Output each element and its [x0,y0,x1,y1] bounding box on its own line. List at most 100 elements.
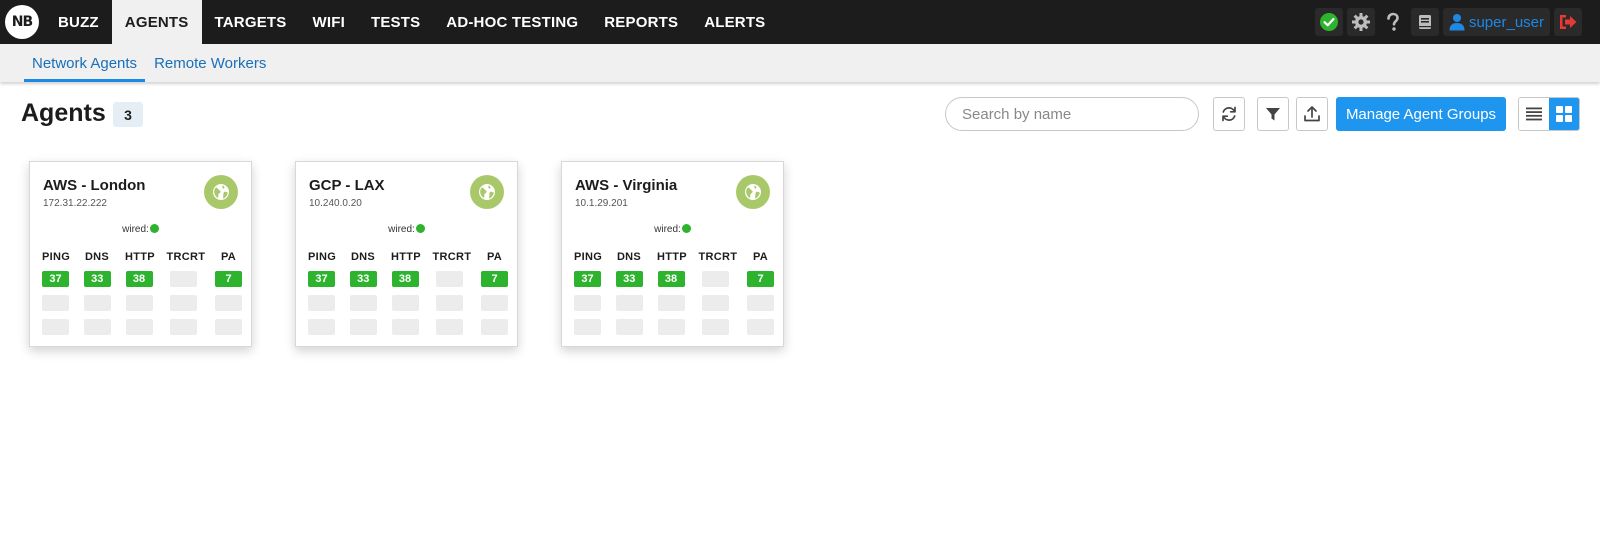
http-count[interactable]: 38 [125,270,153,287]
agent-ip: 10.240.0.20 [309,198,362,209]
test-summary-grid: PING DNS HTTP TRCRT PA 37 33 38 7 [308,248,508,342]
pa-count[interactable]: 7 [215,270,242,287]
filter-icon [1266,108,1280,121]
column-header: PING [308,250,337,263]
export-button[interactable] [1296,97,1328,131]
empty-cell [125,318,153,335]
grid-header: PING DNS HTTP TRCRT PA [308,248,508,265]
pa-count[interactable]: 7 [747,270,774,287]
grid-row-empty [574,318,774,335]
gear-icon[interactable] [1346,8,1375,36]
empty-cell [308,318,335,335]
empty-cell [391,294,419,311]
agent-card[interactable]: AWS - London 172.31.22.222 wired: PING D… [29,161,252,347]
empty-cell [436,294,464,311]
nav-item-wifi[interactable]: WIFI [299,0,357,44]
empty-cell [215,294,242,311]
username: super_user [1468,13,1544,31]
empty-cell [702,318,730,335]
tab-remote-workers[interactable]: Remote Workers [146,44,274,82]
connection-status: wired: [30,224,251,235]
ping-count[interactable]: 37 [308,270,335,287]
ping-count[interactable]: 37 [42,270,69,287]
test-summary-grid: PING DNS HTTP TRCRT PA 37 33 38 7 [574,248,774,342]
grid-row-empty [574,294,774,311]
nav-item-targets[interactable]: TARGETS [202,0,300,44]
filter-button[interactable] [1257,97,1289,131]
grid-view-button[interactable] [1549,98,1579,130]
nav-item-buzz[interactable]: BUZZ [45,0,112,44]
dns-count[interactable]: 33 [349,270,377,287]
http-count[interactable]: 38 [657,270,685,287]
user-icon [1449,14,1465,31]
dns-count[interactable]: 33 [615,270,643,287]
grid-row: 37 33 38 7 [308,270,508,287]
status-ok-icon[interactable] [1314,8,1343,36]
refresh-button[interactable] [1213,97,1245,131]
agent-cards: AWS - London 172.31.22.222 wired: PING D… [29,161,784,347]
empty-cell [436,318,464,335]
nav-item-tests[interactable]: TESTS [358,0,433,44]
top-navbar: NB BUZZ AGENTS TARGETS WIFI TESTS AD-HOC… [0,0,1600,44]
empty-cell [42,318,69,335]
help-icon[interactable] [1379,8,1407,36]
agent-name: GCP - LAX [309,177,385,194]
empty-cell [747,318,774,335]
globe-icon [204,175,238,209]
column-header: DNS [84,250,110,263]
connection-dot [149,224,159,233]
nav-item-agents[interactable]: AGENTS [111,0,202,44]
agent-ip: 172.31.22.222 [43,198,107,209]
agent-card[interactable]: GCP - LAX 10.240.0.20 wired: PING DNS HT… [295,161,518,347]
empty-cell [747,294,774,311]
tab-network-agents[interactable]: Network Agents [24,44,146,82]
empty-cell [574,318,601,335]
column-header: TRCRT [698,250,738,263]
column-header: PA [486,250,503,263]
http-count[interactable]: 38 [391,270,419,287]
nav-item-ad-hoc-testing[interactable]: AD-HOC TESTING [433,0,591,44]
empty-cell [615,318,643,335]
main-nav: BUZZ AGENTS TARGETS WIFI TESTS AD-HOC TE… [45,0,778,44]
grid-row-empty [42,294,242,311]
column-header: DNS [350,250,376,263]
column-header: PING [574,250,603,263]
dns-count[interactable]: 33 [83,270,111,287]
logo-text: NB [11,14,33,30]
empty-cell [170,294,198,311]
grid-row: 37 33 38 7 [42,270,242,287]
connection-label: wired: [654,224,681,235]
empty-cell [83,294,111,311]
pa-count[interactable]: 7 [481,270,508,287]
empty-cell [308,294,335,311]
search-input[interactable] [945,97,1199,131]
empty-cell [657,294,685,311]
column-header: PA [752,250,769,263]
nav-item-alerts[interactable]: ALERTS [691,0,778,44]
book-icon[interactable] [1410,8,1439,36]
grid-header: PING DNS HTTP TRCRT PA [574,248,774,265]
empty-cell [42,294,69,311]
connection-status: wired: [296,224,517,235]
grid-row-empty [42,318,242,335]
column-header: HTTP [657,250,687,263]
empty-cell [83,318,111,335]
agent-count-badge: 3 [113,102,143,127]
trcrt-count [170,270,198,287]
connection-label: wired: [122,224,149,235]
manage-agent-groups-button[interactable]: Manage Agent Groups [1336,97,1506,131]
sub-navbar: Network Agents Remote Workers [0,44,1600,82]
empty-cell [657,318,685,335]
logout-icon[interactable] [1554,8,1582,36]
connection-label: wired: [388,224,415,235]
list-view-button[interactable] [1519,98,1549,130]
brand-logo[interactable]: NB [5,5,39,39]
user-menu[interactable]: super_user [1442,8,1550,36]
agent-card[interactable]: AWS - Virginia 10.1.29.201 wired: PING D… [561,161,784,347]
ping-count[interactable]: 37 [574,270,601,287]
column-header: HTTP [391,250,421,263]
trcrt-count [702,270,730,287]
nav-item-reports[interactable]: REPORTS [591,0,691,44]
list-icon [1526,107,1542,121]
column-header: PING [42,250,71,263]
